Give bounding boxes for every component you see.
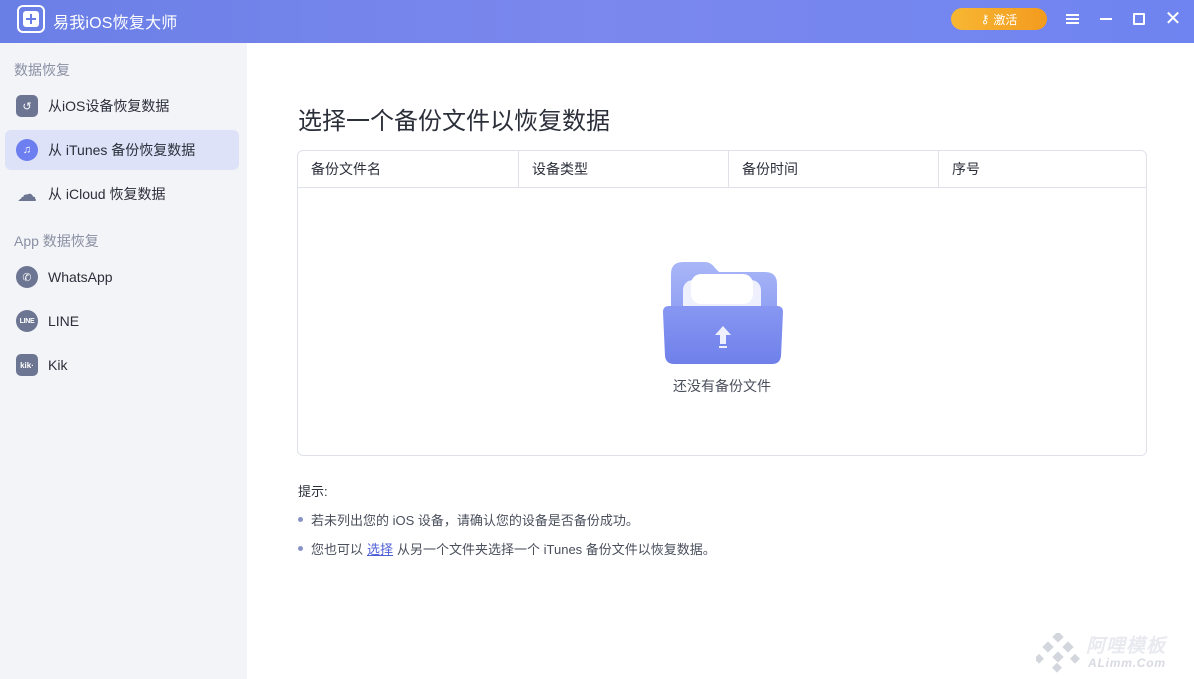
close-button[interactable]: ✕ (1162, 8, 1184, 30)
sidebar-item-label: 从 iTunes 备份恢复数据 (48, 142, 196, 158)
close-icon: ✕ (1164, 8, 1182, 30)
watermark-subtext: ALimm.Com (1088, 656, 1166, 670)
activate-button[interactable]: ⚷ 激活 (951, 8, 1047, 30)
sidebar-item-line[interactable]: LINE LINE (5, 301, 239, 341)
sidebar-item-label: Kik (48, 357, 68, 373)
minimize-icon (1100, 18, 1112, 20)
sidebar-item-itunes[interactable]: ♫ 从 iTunes 备份恢复数据 (5, 130, 239, 170)
tip-text: 从另一个文件夹选择一个 iTunes 备份文件以恢复数据。 (397, 542, 716, 557)
section-title-app-recovery: App 数据恢复 (14, 233, 99, 249)
tip-item: 您也可以 选择 从另一个文件夹选择一个 iTunes 备份文件以恢复数据。 (298, 539, 716, 558)
line-icon: LINE (16, 310, 38, 332)
tip-text: 若未列出您的 iOS 设备，请确认您的设备是否备份成功。 (311, 513, 639, 528)
empty-state: 还没有备份文件 (298, 188, 1146, 455)
maximize-icon (1133, 13, 1145, 25)
main-panel: 选择一个备份文件以恢复数据 备份文件名 设备类型 备份时间 序号 还没有备份文件… (247, 43, 1194, 679)
maximize-button[interactable] (1128, 8, 1150, 30)
tip-item: 若未列出您的 iOS 设备，请确认您的设备是否备份成功。 (298, 510, 639, 529)
page-title: 选择一个备份文件以恢复数据 (298, 107, 610, 135)
watermark: 阿哩模板 ALimm.Com (1036, 629, 1186, 675)
select-folder-link[interactable]: 选择 (367, 539, 393, 558)
column-header[interactable]: 设备类型 (519, 151, 729, 187)
sidebar-item-label: LINE (48, 313, 80, 329)
sidebar: 数据恢复 ↺ 从iOS设备恢复数据 ♫ 从 iTunes 备份恢复数据 ☁ 从 … (0, 43, 247, 679)
activate-label: 激活 (993, 12, 1018, 27)
menu-icon[interactable] (1061, 8, 1083, 30)
kik-icon: kik· (16, 354, 38, 376)
minimize-button[interactable] (1095, 8, 1117, 30)
column-header[interactable]: 备份时间 (729, 151, 939, 187)
cloud-restore-icon: ☁ (17, 183, 37, 206)
watermark-logo-icon (1036, 633, 1080, 673)
empty-folder-icon (663, 262, 783, 364)
tips-title: 提示: (298, 484, 328, 499)
sidebar-item-label: WhatsApp (48, 269, 113, 285)
column-header[interactable]: 序号 (939, 151, 1146, 187)
backup-table: 备份文件名 设备类型 备份时间 序号 还没有备份文件 (297, 150, 1147, 456)
bullet-icon (298, 517, 303, 522)
empty-state-text: 还没有备份文件 (673, 378, 771, 394)
music-note-icon: ♫ (16, 139, 38, 161)
sidebar-item-label: 从 iCloud 恢复数据 (48, 186, 166, 202)
tip-text: 您也可以 (311, 542, 364, 557)
key-icon: ⚷ (980, 12, 990, 26)
sidebar-item-whatsapp[interactable]: ✆ WhatsApp (5, 257, 239, 297)
column-header[interactable]: 备份文件名 (298, 151, 519, 187)
sidebar-item-ios-device[interactable]: ↺ 从iOS设备恢复数据 (5, 86, 239, 126)
section-title-data-recovery: 数据恢复 (14, 62, 70, 78)
sidebar-item-label: 从iOS设备恢复数据 (48, 98, 170, 114)
watermark-text: 阿哩模板 (1086, 636, 1167, 657)
app-title: 易我iOS恢复大师 (53, 15, 178, 32)
bullet-icon (298, 546, 303, 551)
app-logo-icon (17, 5, 45, 33)
whatsapp-icon: ✆ (16, 266, 38, 288)
sidebar-item-kik[interactable]: kik· Kik (5, 345, 239, 385)
sidebar-item-icloud[interactable]: ☁ 从 iCloud 恢复数据 (5, 174, 239, 214)
phone-restore-icon: ↺ (16, 95, 38, 117)
title-bar: 易我iOS恢复大师 ⚷ 激活 ✕ (0, 0, 1194, 43)
table-header: 备份文件名 设备类型 备份时间 序号 (298, 151, 1146, 188)
